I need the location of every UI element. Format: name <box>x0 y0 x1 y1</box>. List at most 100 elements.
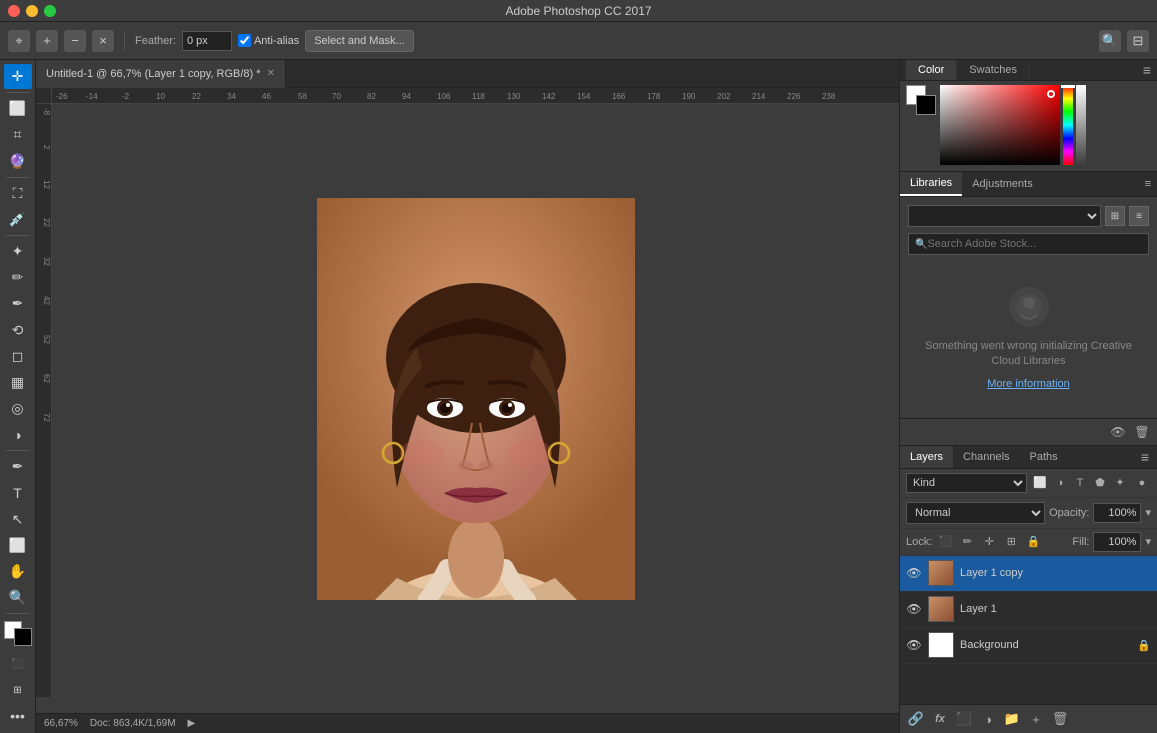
background-swatch[interactable] <box>916 95 936 115</box>
layers-lock-row: Lock: ⬛ ✏ ✛ ⊞ 🔒 Fill: ▾ <box>900 529 1157 556</box>
filter-toggle[interactable]: ● <box>1133 474 1151 492</box>
layer-mask-icon[interactable]: ⬛ <box>954 709 974 729</box>
crop-tool[interactable]: ⛶ <box>4 181 32 206</box>
hand-tool[interactable]: ✋ <box>4 559 32 584</box>
color-panel-options[interactable]: ≡ <box>1143 62 1151 78</box>
filter-adjust-icon[interactable]: ◑ <box>1051 474 1069 492</box>
blend-mode-select[interactable]: Normal <box>906 502 1045 524</box>
tab-layers[interactable]: Layers <box>900 446 953 468</box>
screen-mode-tool[interactable]: ⊞ <box>4 678 32 703</box>
search-icon[interactable]: 🔍 <box>1099 30 1121 52</box>
blur-tool[interactable]: ◎ <box>4 396 32 421</box>
canvas-content[interactable] <box>52 104 899 693</box>
select-mask-button[interactable]: Select and Mask... <box>305 30 414 52</box>
tab-swatches[interactable]: Swatches <box>957 60 1030 80</box>
opacity-input[interactable] <box>1093 503 1141 523</box>
libraries-options[interactable]: ≡ <box>1139 178 1157 190</box>
minimize-button[interactable] <box>26 5 38 17</box>
lock-pixels-icon[interactable]: ✏ <box>958 533 976 551</box>
subtract-selection-icon[interactable]: − <box>64 30 86 52</box>
layer-link-icon[interactable]: 🔗 <box>906 709 926 729</box>
layer-item[interactable]: 👁 Layer 1 <box>900 592 1157 628</box>
lib-search-input[interactable] <box>927 238 1142 250</box>
hue-bar[interactable] <box>1063 85 1073 165</box>
eyedropper-tool[interactable]: 💉 <box>4 207 32 232</box>
dodge-tool[interactable]: ◑ <box>4 422 32 447</box>
toolbar: ⌖ + − × Feather: Anti-alias Select and M… <box>0 22 1157 60</box>
libraries-dropdown[interactable] <box>908 205 1101 227</box>
filter-smart-icon[interactable]: ✦ <box>1111 474 1129 492</box>
lib-delete-icon[interactable]: 🗑 <box>1133 423 1151 441</box>
lib-grid-view[interactable]: ⊞ <box>1105 206 1125 226</box>
layer-adjust-icon[interactable]: ◑ <box>978 709 998 729</box>
shape-tool[interactable]: ⬜ <box>4 533 32 558</box>
healing-brush-tool[interactable]: ✦ <box>4 239 32 264</box>
layer-visibility-icon[interactable]: 👁 <box>906 601 922 617</box>
layers-filter-select[interactable]: Kind <box>906 473 1027 493</box>
path-select-tool[interactable]: ↖ <box>4 507 32 532</box>
lib-search[interactable]: 🔍 <box>908 233 1149 255</box>
brush-tool[interactable]: ✏ <box>4 265 32 290</box>
lasso-tool[interactable]: ⌗ <box>4 122 32 147</box>
layer-fx-button[interactable]: fx <box>930 709 950 729</box>
layer-visibility-icon[interactable]: 👁 <box>906 637 922 653</box>
layer-group-icon[interactable]: 📁 <box>1002 709 1022 729</box>
zoom-tool[interactable]: 🔍 <box>4 585 32 610</box>
eraser-tool[interactable]: ◻ <box>4 344 32 369</box>
filter-text-icon[interactable]: T <box>1071 474 1089 492</box>
layer-item[interactable]: 👁 Background 🔒 <box>900 628 1157 664</box>
layer-item[interactable]: 👁 Layer 1 copy <box>900 556 1157 592</box>
pen-tool[interactable]: ✒ <box>4 454 32 479</box>
arrange-icon[interactable]: ⊟ <box>1127 30 1149 52</box>
fill-input[interactable] <box>1093 532 1141 552</box>
layer-new-icon[interactable]: + <box>1026 709 1046 729</box>
layers-menu-button[interactable]: ≡ <box>1133 449 1157 465</box>
tool-separator-5 <box>6 613 30 614</box>
tab-libraries[interactable]: Libraries <box>900 172 962 196</box>
marquee-tool[interactable]: ⬜ <box>4 96 32 121</box>
lib-list-view[interactable]: ≡ <box>1129 206 1149 226</box>
anti-alias-checkbox[interactable]: Anti-alias <box>238 34 299 47</box>
tab-color[interactable]: Color <box>906 60 957 80</box>
lock-position-icon[interactable]: ✛ <box>980 533 998 551</box>
tools-panel: ✛ ⬜ ⌗ 🔮 ⛶ 💉 ✦ ✏ ✒ ⟲ ◻ ▦ ◎ ◑ ✒ T ↖ ⬜ ✋ 🔍 … <box>0 60 36 733</box>
lock-transparent-icon[interactable]: ⬛ <box>936 533 954 551</box>
edit-in-quickmask-tool[interactable]: ⬛ <box>4 651 32 676</box>
tab-channels[interactable]: Channels <box>953 446 1019 468</box>
lasso-tool-icon[interactable]: ⌖ <box>8 30 30 52</box>
background-color[interactable] <box>14 628 32 646</box>
spectrum-gradient[interactable] <box>940 85 1060 165</box>
lock-all-icon[interactable]: 🔒 <box>1024 533 1042 551</box>
layer-visibility-icon[interactable]: 👁 <box>906 565 922 581</box>
tab-paths[interactable]: Paths <box>1020 446 1068 468</box>
layer-delete-icon[interactable]: 🗑 <box>1050 709 1070 729</box>
add-selection-icon[interactable]: + <box>36 30 58 52</box>
feather-label: Feather: <box>135 35 176 47</box>
history-brush-tool[interactable]: ⟲ <box>4 317 32 342</box>
intersect-selection-icon[interactable]: × <box>92 30 114 52</box>
opacity-chevron[interactable]: ▾ <box>1145 506 1151 519</box>
filter-shape-icon[interactable]: ⬟ <box>1091 474 1109 492</box>
gradient-tool[interactable]: ▦ <box>4 370 32 395</box>
quick-select-tool[interactable]: 🔮 <box>4 148 32 173</box>
color-swatch-pair[interactable] <box>906 85 936 115</box>
move-tool[interactable]: ✛ <box>4 64 32 89</box>
lib-dropdown-row: ⊞ ≡ <box>908 205 1149 227</box>
filter-pixel-icon[interactable]: ⬜ <box>1031 474 1049 492</box>
color-swatches[interactable] <box>4 621 32 646</box>
close-button[interactable] <box>8 5 20 17</box>
lock-artboards-icon[interactable]: ⊞ <box>1002 533 1020 551</box>
lib-more-info-link[interactable]: More information <box>987 378 1070 390</box>
tab-close-icon[interactable]: ✕ <box>267 68 275 79</box>
more-tools[interactable]: ••• <box>4 704 32 729</box>
alpha-bar[interactable] <box>1076 85 1086 165</box>
document-tab[interactable]: Untitled-1 @ 66,7% (Layer 1 copy, RGB/8)… <box>36 60 286 88</box>
clone-stamp-tool[interactable]: ✒ <box>4 291 32 316</box>
fill-chevron[interactable]: ▾ <box>1145 535 1151 548</box>
lib-visibility-icon[interactable]: 👁 <box>1109 423 1127 441</box>
feather-input[interactable] <box>182 31 232 51</box>
maximize-button[interactable] <box>44 5 56 17</box>
doc-info-arrow[interactable]: ▶ <box>188 718 196 729</box>
tab-adjustments[interactable]: Adjustments <box>962 173 1043 195</box>
text-tool[interactable]: T <box>4 480 32 505</box>
